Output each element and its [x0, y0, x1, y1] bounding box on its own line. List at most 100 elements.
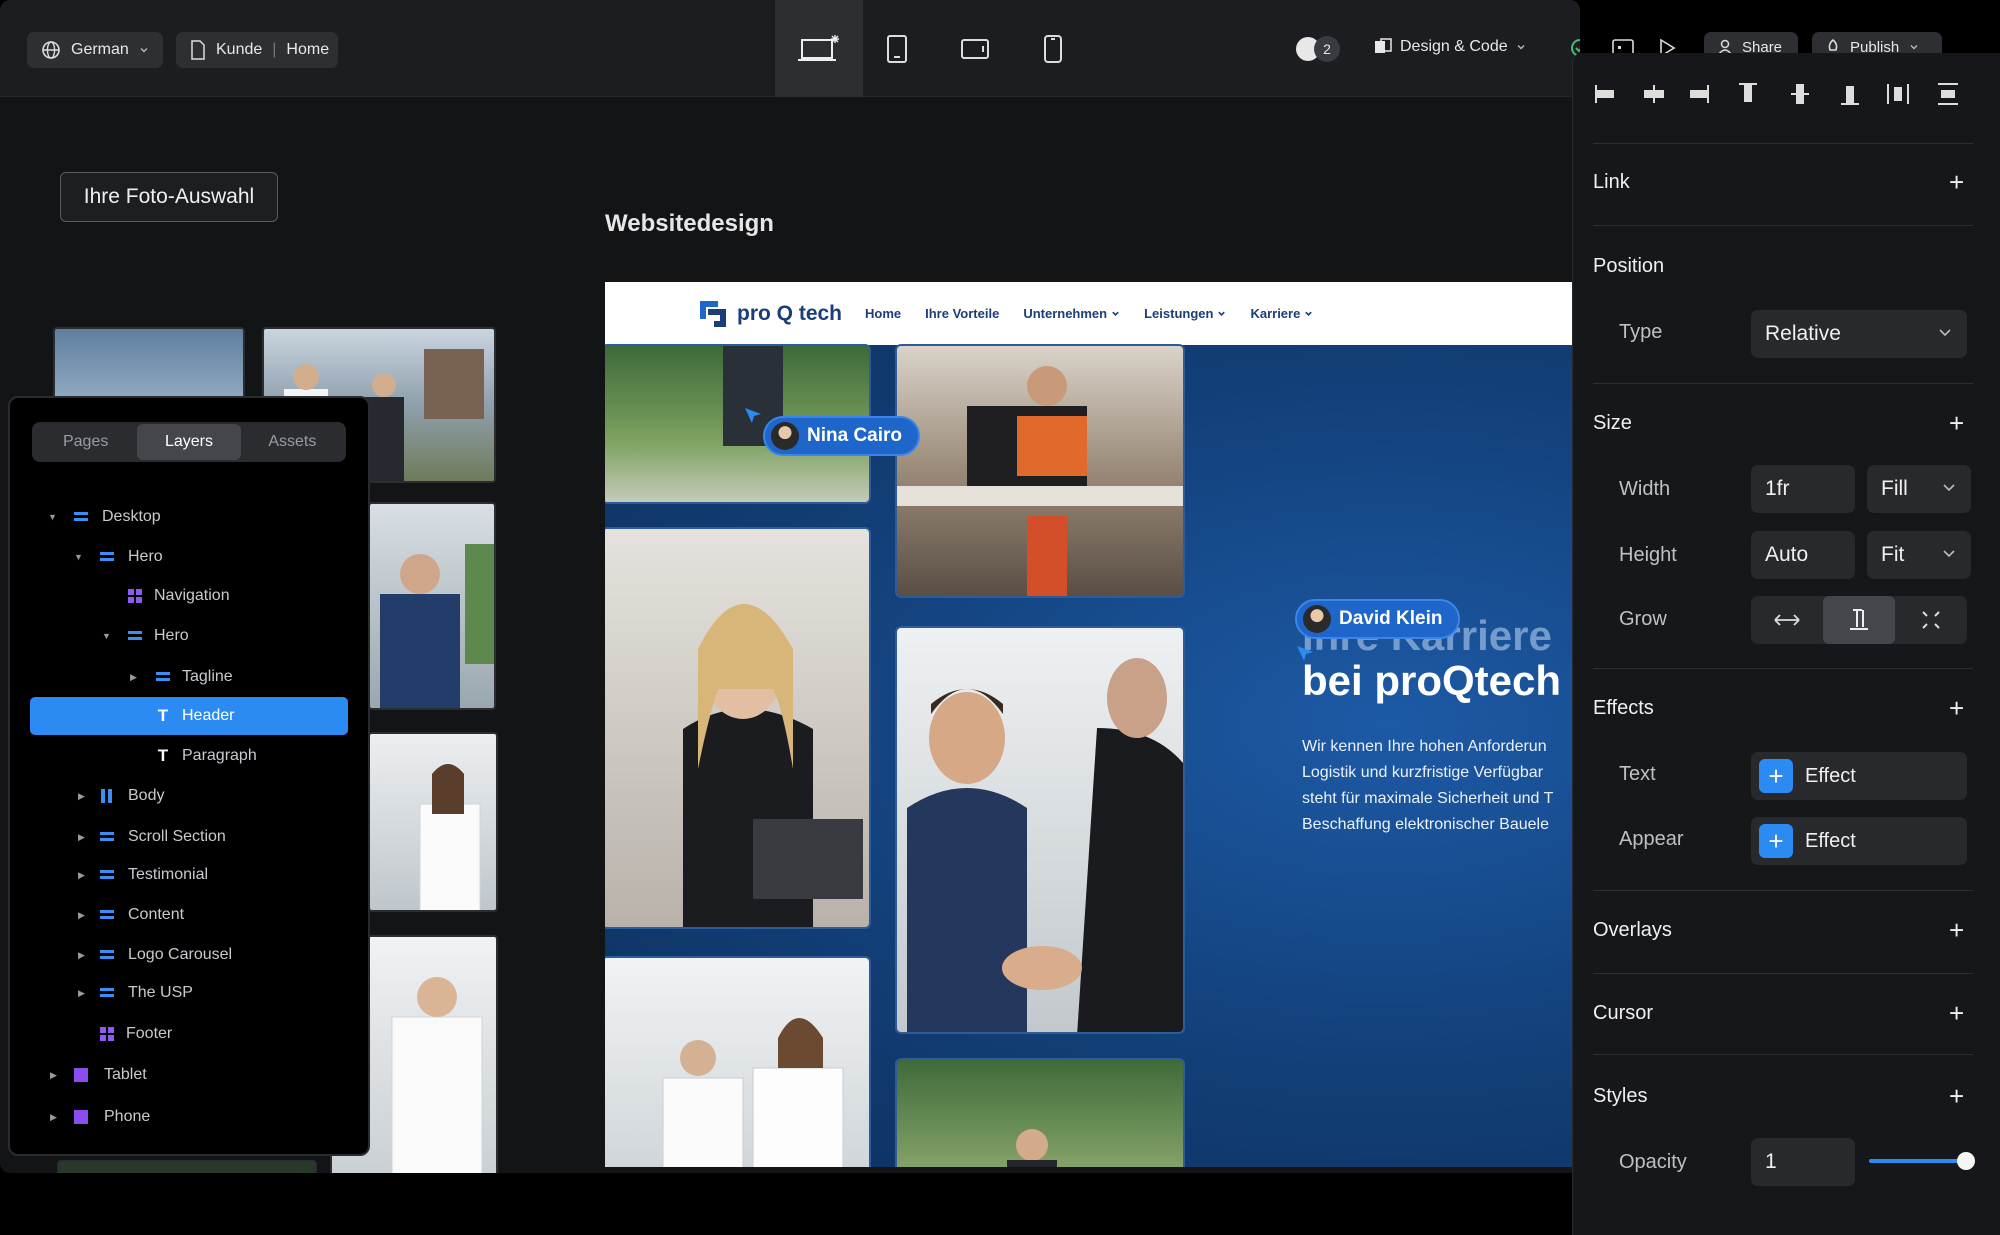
nav-link-karriere[interactable]: Karriere — [1250, 306, 1313, 321]
caret-right-icon[interactable]: ▶ — [78, 832, 85, 843]
width-mode-select[interactable]: Fill — [1867, 465, 1971, 513]
photo-thumbnail[interactable] — [368, 502, 496, 710]
site-logo[interactable]: pro Q tech — [697, 298, 842, 330]
align-top-icon[interactable] — [1735, 81, 1761, 107]
hero-image-tile[interactable] — [895, 344, 1185, 598]
add-style-button[interactable]: + — [1949, 1083, 1964, 1109]
tablet-breakpoint-button[interactable] — [853, 0, 941, 97]
overlays-section-title: Overlays — [1593, 919, 1672, 941]
distribute-vertical-icon[interactable] — [1935, 81, 1961, 107]
layer-item-scroll-section[interactable]: ▶ Scroll Section — [30, 818, 348, 856]
caret-down-icon[interactable]: ▼ — [48, 512, 57, 522]
photo-thumbnail[interactable] — [57, 1160, 317, 1173]
tab-assets[interactable]: Assets — [241, 424, 344, 460]
caret-right-icon[interactable]: ▶ — [78, 870, 85, 881]
divider — [1593, 668, 1973, 669]
distribute-horizontal-icon[interactable] — [1885, 81, 1911, 107]
opacity-input[interactable]: 1 — [1751, 1138, 1855, 1186]
layer-label: Header — [182, 707, 235, 724]
page-selector[interactable]: Kunde | Home — [176, 32, 338, 68]
align-left-icon[interactable] — [1593, 81, 1619, 107]
caret-right-icon[interactable]: ▶ — [50, 1070, 57, 1081]
layer-item-the-usp[interactable]: ▶ The USP — [30, 974, 348, 1012]
add-size-button[interactable]: + — [1949, 410, 1964, 436]
mode-selector[interactable]: Design & Code — [1374, 38, 1526, 56]
caret-right-icon[interactable]: ▶ — [78, 791, 85, 802]
logo-text: pro Q tech — [737, 302, 843, 325]
opacity-slider-handle[interactable] — [1957, 1152, 1975, 1170]
grow-label: Grow — [1619, 608, 1667, 630]
hero-image-tile[interactable] — [895, 626, 1185, 1034]
layer-item-body[interactable]: ▶ Body — [30, 777, 348, 815]
layer-item-navigation[interactable]: Navigation — [30, 577, 348, 615]
inspector-panel: Link + Position Type Relative Size + Wid… — [1572, 53, 2000, 1235]
layer-item-tablet[interactable]: ▶ Tablet — [30, 1056, 348, 1094]
layer-item-desktop[interactable]: ▼ Desktop — [30, 498, 348, 536]
phone-breakpoint-button[interactable] — [1009, 0, 1097, 97]
text-effect-button[interactable]: + Effect — [1751, 752, 1967, 800]
add-effect-button[interactable]: + — [1949, 695, 1964, 721]
nav-link-home[interactable]: Home — [865, 306, 901, 321]
height-mode-select[interactable]: Fit — [1867, 531, 1971, 579]
layer-item-hero[interactable]: ▼ Hero — [30, 538, 348, 576]
website-preview[interactable]: pro Q tech Home Ihre Vorteile Unternehme… — [605, 282, 1580, 1167]
position-type-value: Relative — [1765, 322, 1841, 345]
hero-heading[interactable]: bei proQtech — [1302, 657, 1561, 705]
hero-paragraph[interactable]: Wir kennen Ihre hohen Anforderun Logisti… — [1302, 734, 1580, 838]
align-center-vertical-icon[interactable] — [1787, 81, 1813, 107]
align-center-horizontal-icon[interactable] — [1641, 81, 1667, 107]
appear-effect-button[interactable]: + Effect — [1751, 817, 1967, 865]
site-navigation: pro Q tech Home Ihre Vorteile Unternehme… — [605, 282, 1580, 345]
caret-right-icon[interactable]: ▶ — [130, 672, 137, 683]
desktop-breakpoint-button[interactable] — [775, 0, 863, 97]
align-bottom-icon[interactable] — [1837, 81, 1863, 107]
hero-image-tile[interactable] — [605, 527, 871, 929]
layer-item-content[interactable]: ▶ Content — [30, 896, 348, 934]
caret-down-icon[interactable]: ▼ — [74, 552, 83, 562]
height-input[interactable]: Auto — [1751, 531, 1855, 579]
position-type-select[interactable]: Relative — [1751, 310, 1967, 358]
caret-right-icon[interactable]: ▶ — [78, 950, 85, 961]
caret-right-icon[interactable]: ▶ — [78, 910, 85, 921]
language-selector[interactable]: German — [27, 32, 163, 68]
add-cursor-button[interactable]: + — [1949, 1000, 1964, 1026]
caret-down-icon[interactable]: ▼ — [102, 631, 111, 641]
stack-icon — [98, 828, 116, 846]
tab-layers[interactable]: Layers — [137, 424, 241, 460]
width-input[interactable]: 1fr — [1751, 465, 1855, 513]
caret-right-icon[interactable]: ▶ — [50, 1112, 57, 1123]
nav-link-unternehmen[interactable]: Unternehmen — [1023, 306, 1120, 321]
grow-both-option[interactable] — [1895, 596, 1967, 644]
opacity-slider-track[interactable] — [1869, 1159, 1967, 1163]
align-right-icon[interactable] — [1685, 81, 1711, 107]
hero-image-tile[interactable] — [605, 956, 871, 1167]
text-icon: T — [157, 706, 169, 725]
add-link-button[interactable]: + — [1949, 169, 1964, 195]
tab-pages[interactable]: Pages — [34, 424, 137, 460]
site-nav-links: Home Ihre Vorteile Unternehmen Leistunge… — [865, 306, 1313, 321]
caret-right-icon[interactable]: ▶ — [78, 988, 85, 999]
layer-item-footer[interactable]: Footer — [30, 1015, 348, 1053]
grow-vertical-option[interactable] — [1823, 596, 1895, 644]
hero-paragraph-line: Logistik und kurzfristige Verfügbar — [1302, 764, 1544, 781]
layer-item-phone[interactable]: ▶ Phone — [30, 1098, 348, 1136]
add-overlay-button[interactable]: + — [1949, 917, 1964, 943]
layer-item-paragraph[interactable]: T Paragraph — [30, 737, 348, 775]
grow-horizontal-option[interactable] — [1751, 596, 1823, 644]
layer-item-logo-carousel[interactable]: ▶ Logo Carousel — [30, 936, 348, 974]
layer-item-tagline[interactable]: ▶ Tagline — [30, 658, 348, 696]
collaborator-cursor-nina: Nina Cairo — [763, 416, 921, 456]
nav-link-vorteile[interactable]: Ihre Vorteile — [925, 306, 999, 321]
chevron-down-icon — [1939, 329, 1951, 337]
photo-group-label[interactable]: Ihre Foto-Auswahl — [60, 172, 278, 222]
layer-item-testimonial[interactable]: ▶ Testimonial — [30, 856, 348, 894]
collaborators-count: 2 — [1314, 36, 1340, 62]
collaborators-indicator[interactable]: 2 — [1296, 36, 1340, 62]
nav-link-leistungen[interactable]: Leistungen — [1144, 306, 1226, 321]
layer-item-hero-inner[interactable]: ▼ Hero — [30, 617, 348, 655]
hero-image-tile[interactable] — [895, 1058, 1185, 1167]
tablet-landscape-breakpoint-button[interactable] — [931, 0, 1019, 97]
layer-item-header[interactable]: T Header — [30, 697, 348, 735]
photo-thumbnail[interactable] — [368, 732, 498, 912]
component-icon — [126, 587, 144, 605]
